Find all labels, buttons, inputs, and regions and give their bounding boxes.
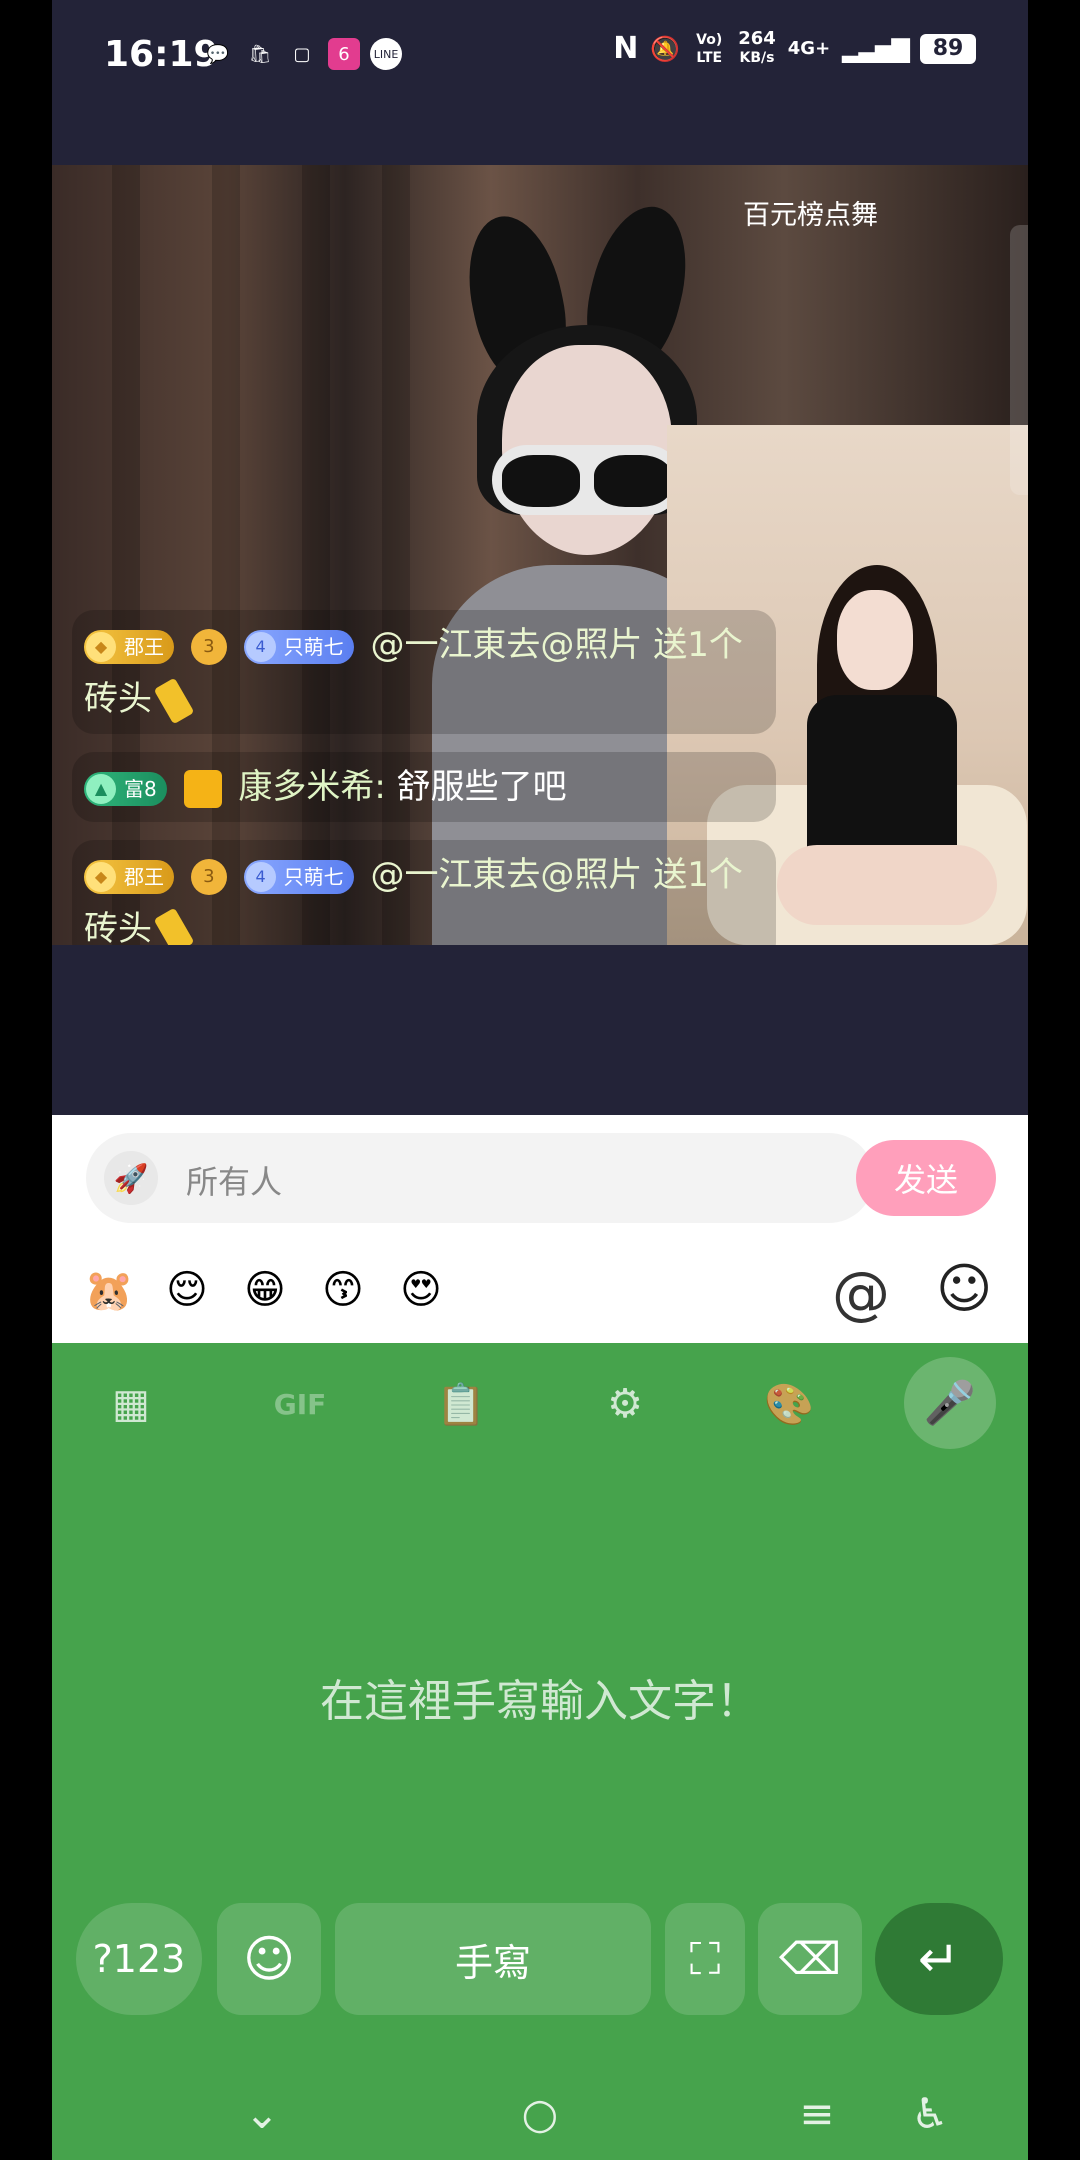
heart-eyes-emoji-icon[interactable]: 😍 bbox=[394, 1263, 448, 1317]
net-speed-unit: KB/s bbox=[739, 50, 775, 66]
enter-key-icon[interactable]: ↵ bbox=[875, 1903, 1003, 2015]
user-avatar-icon bbox=[183, 769, 222, 808]
network-speed: 264 KB/s bbox=[738, 30, 776, 67]
comment-input[interactable]: 🚀 所有人 bbox=[86, 1133, 874, 1223]
volte-indicator: Vo) LTE bbox=[696, 31, 723, 66]
sunglasses bbox=[492, 445, 682, 515]
noble-badge-label: 郡王 bbox=[124, 634, 164, 659]
notification-icons: 💬 🛍 ▢ 6 LINE bbox=[202, 38, 402, 70]
accessibility-icon[interactable]: ♿ bbox=[900, 2083, 960, 2143]
keyboard-toolbar: ▦ GIF 📋 ⚙ 🎨 🎤 bbox=[52, 1343, 1028, 1463]
chevron-down-icon[interactable]: ⌄ bbox=[232, 2083, 292, 2143]
menu-lines-icon[interactable]: ≡ bbox=[787, 2083, 847, 2143]
mute-icon: 🔕 bbox=[650, 34, 681, 63]
brick-gift-icon bbox=[153, 677, 195, 724]
app-six-icon: 6 bbox=[328, 38, 360, 70]
chat-username[interactable]: 康多米希: bbox=[238, 767, 385, 807]
brick-gift-icon bbox=[153, 907, 195, 945]
line-app-icon: LINE bbox=[370, 38, 402, 70]
handwriting-area[interactable]: 在這裡手寫輸入文字！ bbox=[52, 1665, 1028, 1729]
numbers-key[interactable]: ?123 bbox=[76, 1903, 202, 2015]
nfc-icon: N bbox=[613, 31, 639, 66]
clipboard-icon[interactable]: 📋 bbox=[428, 1371, 494, 1437]
quick-emoji-bar: 🐹 😌 😁 😙 😍 bbox=[82, 1263, 448, 1317]
live-video[interactable]: 百元榜点舞 ◆ 郡王 3 4 只萌七 @一江東去@照片 送1个砖头 ▲ 富8 康多米希… bbox=[52, 165, 1028, 945]
status-bar: 16:19 💬 🛍 ▢ 6 LINE N 🔕 Vo) LTE 264 KB/s … bbox=[52, 0, 1028, 120]
diamond-icon: ◆ bbox=[86, 861, 116, 892]
rank-banner[interactable]: 百元榜点舞 bbox=[743, 193, 878, 232]
comment-composer: 🚀 所有人 发送 🐹 😌 😁 😙 😍 @ ☺ bbox=[52, 1115, 1028, 1343]
noble-badge: ◆ 郡王 bbox=[84, 859, 174, 894]
fan-badge: 4 只萌七 bbox=[243, 859, 354, 894]
mention-button[interactable]: @ bbox=[832, 1259, 890, 1327]
triangle-icon: ▲ bbox=[86, 773, 116, 804]
kiss-emoji-icon[interactable]: 😙 bbox=[316, 1263, 370, 1317]
network-type: 4G+ bbox=[787, 37, 831, 59]
window-icon: ▢ bbox=[293, 43, 311, 65]
net-speed-value: 264 bbox=[738, 28, 776, 49]
level-badge: 3 bbox=[190, 628, 227, 665]
noble-badge: ◆ 郡王 bbox=[84, 629, 174, 664]
chat-list: ◆ 郡王 3 4 只萌七 @一江東去@照片 送1个砖头 ▲ 富8 康多米希: 舒服些了… bbox=[52, 610, 1028, 945]
microphone-icon[interactable]: 🎤 bbox=[904, 1357, 996, 1449]
heart-icon: 4 bbox=[245, 861, 276, 892]
grin-emoji-icon[interactable]: 😁 bbox=[238, 1263, 292, 1317]
sleepy-emoji-icon[interactable]: 😌 bbox=[160, 1263, 214, 1317]
handwriting-space-key[interactable]: 手寫 bbox=[335, 1903, 651, 2015]
apps-grid-icon[interactable]: ▦ bbox=[98, 1371, 164, 1437]
shopping-bag-icon: 🛍 bbox=[248, 43, 272, 65]
side-panel-handle[interactable] bbox=[1010, 225, 1028, 495]
fan-badge: 4 只萌七 bbox=[243, 629, 354, 664]
wealth-badge-label: 富8 bbox=[124, 776, 157, 801]
chat-message: ▲ 富8 康多米希: 舒服些了吧 bbox=[72, 752, 776, 822]
wealth-badge: ▲ 富8 bbox=[84, 771, 167, 806]
chat-bubble-icon: 💬 bbox=[206, 43, 230, 65]
fan-badge-label: 只萌七 bbox=[283, 864, 344, 889]
emoji-key-icon[interactable]: ☺ bbox=[217, 1903, 321, 2015]
hamster-emoji-icon[interactable]: 🐹 bbox=[82, 1263, 136, 1317]
rocket-icon[interactable]: 🚀 bbox=[104, 1151, 158, 1205]
noble-badge-label: 郡王 bbox=[124, 864, 164, 889]
status-right: N 🔕 Vo) LTE 264 KB/s 4G+ ▂▃▅▇ 89 bbox=[613, 30, 976, 67]
comment-placeholder: 所有人 bbox=[186, 1163, 283, 1201]
gear-icon[interactable]: ⚙ bbox=[592, 1371, 658, 1437]
emoji-panel-button[interactable]: ☺ bbox=[936, 1257, 992, 1320]
keyboard-bottom-row: ?123 ☺ 手寫 ⛶ ⌫ ↵ bbox=[52, 1903, 1028, 2015]
fullscreen-icon[interactable]: ⛶ bbox=[665, 1903, 745, 2015]
fan-badge-label: 只萌七 bbox=[283, 634, 344, 659]
system-nav-bar: ⌄ ○ ≡ ♿ bbox=[52, 2073, 1028, 2160]
app-frame: 16:19 💬 🛍 ▢ 6 LINE N 🔕 Vo) LTE 264 KB/s … bbox=[52, 0, 1028, 2160]
battery-indicator: 89 bbox=[920, 33, 976, 64]
signal-icon: ▂▃▅▇ bbox=[842, 34, 910, 63]
chat-text: 舒服些了吧 bbox=[396, 767, 567, 807]
gif-button[interactable]: GIF bbox=[260, 1371, 340, 1437]
diamond-icon: ◆ bbox=[86, 631, 116, 662]
palette-icon[interactable]: 🎨 bbox=[756, 1371, 822, 1437]
level-badge: 3 bbox=[190, 858, 227, 895]
chat-message: ◆ 郡王 3 4 只萌七 @一江東去@照片 送1个砖头 bbox=[72, 840, 776, 945]
heart-icon: 4 bbox=[245, 631, 276, 662]
send-button[interactable]: 发送 bbox=[856, 1140, 996, 1216]
backspace-icon[interactable]: ⌫ bbox=[758, 1903, 862, 2015]
handwriting-keyboard: ▦ GIF 📋 ⚙ 🎨 🎤 在這裡手寫輸入文字！ ?123 ☺ 手寫 ⛶ ⌫ ↵… bbox=[52, 1343, 1028, 2160]
chat-message: ◆ 郡王 3 4 只萌七 @一江東去@照片 送1个砖头 bbox=[72, 610, 776, 734]
home-circle-icon[interactable]: ○ bbox=[510, 2083, 570, 2143]
